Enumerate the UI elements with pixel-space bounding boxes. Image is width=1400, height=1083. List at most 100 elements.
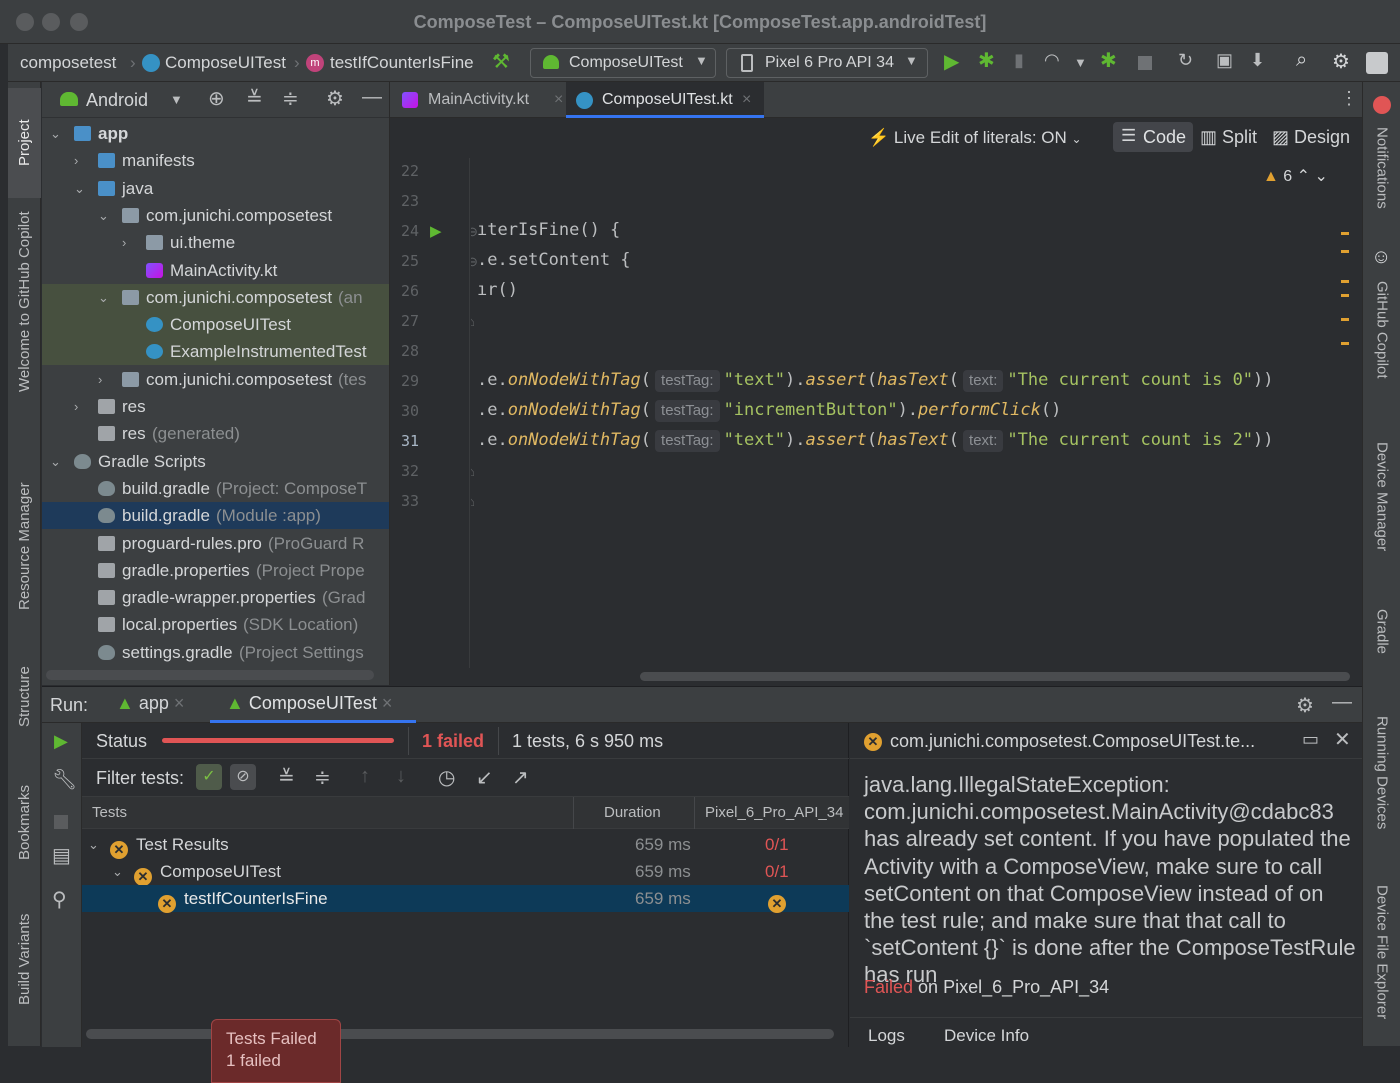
chevron-down-icon[interactable]: ⌄: [112, 858, 123, 885]
device-selector[interactable]: Pixel 6 Pro API 34 ▼: [726, 48, 928, 78]
tab-composeuitest[interactable]: ComposeUITest.kt ×: [566, 82, 764, 118]
column-device[interactable]: Pixel_6_Pro_API_34: [705, 804, 843, 821]
import-tests-icon[interactable]: ↙: [476, 765, 493, 790]
chevron-right-icon[interactable]: ›: [98, 366, 102, 393]
layout-icon[interactable]: ▤: [52, 843, 71, 868]
show-passed-toggle[interactable]: ✓: [196, 764, 222, 790]
tool-tab-bookmarks[interactable]: Bookmarks: [8, 772, 41, 872]
hide-panel-icon[interactable]: —: [362, 86, 382, 109]
tree-item[interactable]: proguard-rules.pro (ProGuard R: [42, 530, 389, 557]
tool-tab-notifications[interactable]: Notifications: [1363, 118, 1400, 218]
sdk-manager-icon[interactable]: ⬇: [1250, 50, 1265, 71]
next-failed-icon[interactable]: ↓: [396, 765, 406, 788]
collapse-all-icon[interactable]: ≑: [282, 86, 299, 111]
project-view-selector[interactable]: Android: [86, 90, 148, 111]
tree-item[interactable]: ⌄ java: [42, 175, 389, 202]
maximize-icon[interactable]: ▭: [1302, 729, 1319, 750]
chevron-down-icon[interactable]: ⌄: [98, 284, 109, 311]
tree-item[interactable]: res (generated): [42, 420, 389, 447]
column-duration[interactable]: Duration: [604, 804, 661, 821]
chevron-down-icon[interactable]: ⌄: [88, 831, 99, 858]
tool-tab-project[interactable]: Project: [8, 88, 41, 198]
chevron-down-icon[interactable]: ⌄: [74, 175, 85, 202]
tool-tab-build-variants[interactable]: Build Variants: [8, 904, 41, 1014]
tab-device-info[interactable]: Device Info: [944, 1026, 1029, 1046]
warning-stripe[interactable]: [1341, 232, 1349, 235]
tree-item[interactable]: › res: [42, 393, 389, 420]
search-icon[interactable]: ⌕: [1296, 49, 1307, 72]
test-row-results[interactable]: ⌄ ✕ Test Results 659 ms 0/1: [82, 831, 849, 859]
close-tab-icon[interactable]: ×: [554, 82, 563, 118]
design-view-button[interactable]: ▨ Design: [1272, 127, 1350, 148]
pin-icon[interactable]: ⚲: [52, 887, 67, 912]
close-tab-icon[interactable]: ×: [742, 82, 751, 118]
chevron-right-icon[interactable]: ›: [122, 229, 126, 256]
tests-failed-toast[interactable]: Tests Failed 1 failed: [211, 1019, 341, 1083]
show-ignored-toggle[interactable]: ⊘: [230, 764, 256, 790]
run-tab-composeuitest[interactable]: ▲ ComposeUITest ×: [210, 687, 416, 723]
horizontal-scrollbar[interactable]: [640, 672, 1350, 681]
column-tests[interactable]: Tests: [92, 804, 127, 821]
tree-item[interactable]: ⌄ app: [42, 120, 389, 147]
tree-item[interactable]: ComposeUITest: [42, 311, 389, 339]
close-tab-icon[interactable]: ×: [382, 693, 393, 713]
tool-tab-github-copilot[interactable]: Welcome to GitHub Copilot: [8, 202, 41, 402]
expand-all-icon[interactable]: ≚: [246, 86, 263, 111]
apply-changes-icon[interactable]: ▮: [1014, 50, 1024, 71]
previous-failed-icon[interactable]: ↑: [360, 765, 370, 788]
breadcrumb-file[interactable]: ComposeUITest: [165, 53, 286, 73]
tool-tab-device-file-explorer[interactable]: Device File Explorer: [1363, 872, 1400, 1032]
warning-stripe[interactable]: [1341, 280, 1349, 283]
hammer-build-icon[interactable]: ⚒: [492, 49, 510, 74]
horizontal-scrollbar[interactable]: [46, 670, 374, 680]
fold-marker-icon[interactable]: ⌂: [471, 314, 475, 329]
hide-panel-icon[interactable]: —: [1332, 691, 1352, 714]
tree-item[interactable]: MainActivity.kt: [42, 257, 389, 284]
test-row-method[interactable]: ✕ testIfCounterIsFine 659 ms ✕: [82, 885, 849, 913]
chevron-down-icon[interactable]: ⌄: [50, 448, 61, 475]
avatar[interactable]: [1366, 52, 1388, 74]
dropdown-arrow-icon[interactable]: ▼: [1074, 55, 1087, 70]
close-tab-icon[interactable]: ×: [174, 693, 185, 713]
wrench-icon[interactable]: 🔧︎: [52, 767, 77, 792]
run-test-gutter-icon[interactable]: ▶: [430, 222, 442, 240]
tab-logs[interactable]: Logs: [868, 1026, 905, 1046]
fold-marker-icon[interactable]: ⌂: [471, 464, 475, 479]
tree-item[interactable]: local.properties (SDK Location): [42, 611, 389, 638]
more-options-icon[interactable]: ⋮: [1340, 88, 1358, 109]
chevron-down-icon[interactable]: ⌄: [98, 202, 109, 229]
inspection-widget[interactable]: ▲ 6 ⌃ ⌄: [1263, 166, 1328, 186]
tool-tab-running-devices[interactable]: Running Devices: [1363, 708, 1400, 838]
tool-tab-resource-manager[interactable]: Resource Manager: [8, 466, 41, 626]
debug-icon[interactable]: ✱: [978, 48, 995, 73]
fold-marker-icon[interactable]: ⌂: [471, 494, 475, 509]
tab-mainactivity[interactable]: MainActivity.kt ×: [402, 82, 563, 118]
tree-item[interactable]: › ui.theme: [42, 229, 389, 256]
tree-item[interactable]: › manifests: [42, 147, 389, 174]
split-view-button[interactable]: ▥ Split: [1200, 127, 1257, 148]
gear-icon[interactable]: ⚙: [1332, 49, 1350, 74]
tree-item[interactable]: ⌄ com.junichi.composetest (an: [42, 283, 389, 311]
tool-tab-gradle[interactable]: Gradle: [1363, 602, 1400, 662]
run-tab-app[interactable]: ▲ app ×: [116, 693, 184, 714]
expand-all-icon[interactable]: ≚: [278, 765, 295, 790]
tree-item[interactable]: › com.junichi.composetest (tes: [42, 366, 389, 393]
test-row-class[interactable]: ⌄ ✕ ComposeUITest 659 ms 0/1: [82, 858, 849, 886]
stop-icon[interactable]: [54, 815, 68, 829]
gear-icon[interactable]: ⚙: [1296, 693, 1314, 718]
sync-gradle-icon[interactable]: ↻: [1178, 50, 1193, 71]
warning-stripe[interactable]: [1341, 250, 1349, 253]
tree-item[interactable]: build.gradle (Module :app): [42, 502, 389, 530]
history-icon[interactable]: ◷: [438, 765, 455, 790]
code-view-button[interactable]: ☰ Code: [1113, 122, 1193, 152]
run-icon[interactable]: ▶: [944, 49, 959, 74]
tree-item[interactable]: ⌄ Gradle Scripts: [42, 448, 389, 475]
attach-debugger-icon[interactable]: ✱: [1100, 48, 1117, 73]
tool-tab-device-manager[interactable]: Device Manager: [1363, 432, 1400, 562]
code-editor[interactable]: ⊖ ⊖ ⌂ ⌂ ⌂ ıterIsFine() { .e.setContent {…: [471, 158, 1349, 668]
tree-item[interactable]: ⌄ com.junichi.composetest: [42, 202, 389, 229]
tree-item[interactable]: settings.gradle (Project Settings: [42, 639, 389, 666]
chevron-down-icon[interactable]: ⌄: [50, 120, 61, 147]
export-tests-icon[interactable]: ↗: [512, 765, 529, 790]
tree-item[interactable]: ExampleInstrumentedTest: [42, 338, 389, 366]
